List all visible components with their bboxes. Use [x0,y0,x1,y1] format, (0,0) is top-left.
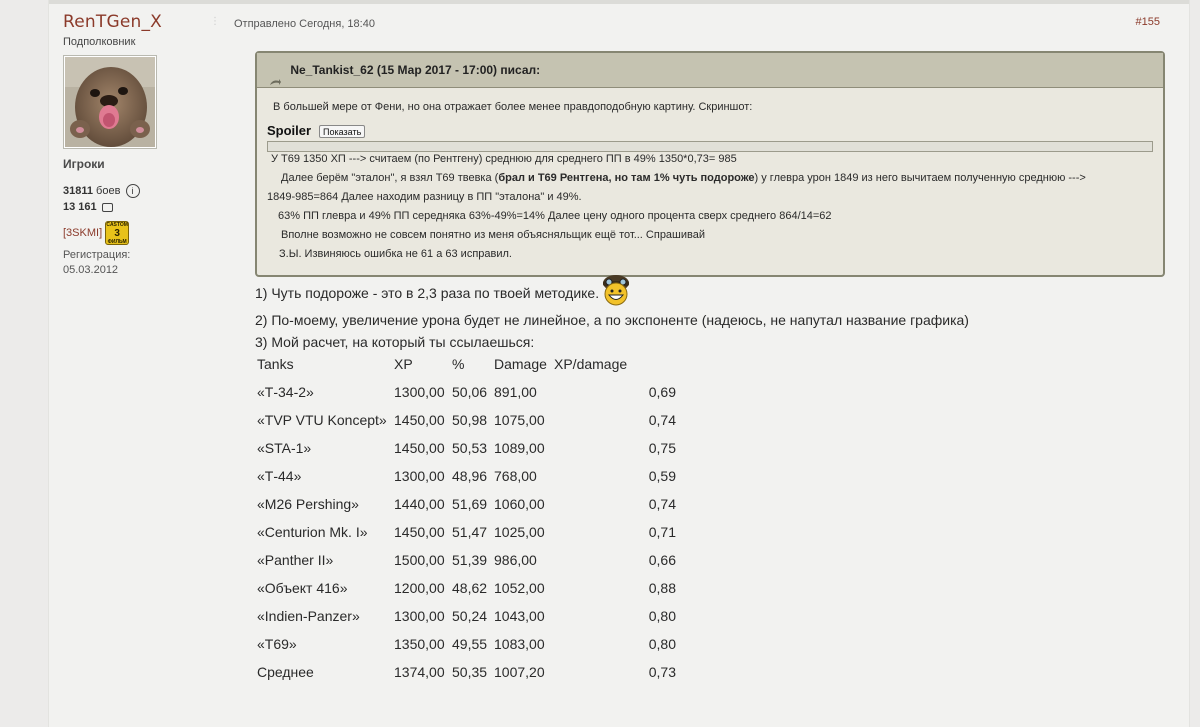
table-cell: 50,98 [452,412,488,428]
table-cell: 1374,00 [394,664,445,680]
table-cell: «M26 Pershing» [257,496,359,512]
battles-value: 31811 [63,184,93,197]
registration-label: Регистрация: [63,249,131,261]
quote-author: Ne_Tankist_62 (15 Мар 2017 - 17:00) писа… [290,63,541,77]
quote-line-2: Далее берём "эталон", я взял Т69 твевка … [281,172,1086,184]
spoiler-label: Spoiler [267,123,312,138]
quote-line-2-part-b: ) у глевра урон 1849 из него вычитаем по… [754,172,1086,184]
clan-tag-link[interactable]: [3SKMI] [63,227,102,239]
username-link[interactable]: RenTGen_X [63,12,203,32]
table-cell: 1300,00 [394,608,445,624]
avatar[interactable] [63,55,157,149]
table-cell: 1450,00 [394,440,445,456]
table-cell: 50,53 [452,440,488,456]
table-cell: «Т-34-2» [257,384,314,400]
table-cell: «Indien-Panzer» [257,608,360,624]
table-cell: Среднее [257,664,314,680]
table-cell: 48,96 [452,468,488,484]
table-cell: «Т-44» [257,468,302,484]
spoiler-collapsed-bar [267,141,1153,152]
table-cell: 0,88 [648,580,676,596]
table-cell: 1200,00 [394,580,445,596]
quote-line-4: 63% ПП глевра и 49% ПП середняка 63%-49%… [278,210,832,222]
table-header-cell: XP/damage [554,356,628,372]
table-cell: 51,47 [452,524,488,540]
table-cell: 0,71 [648,524,676,540]
quote-line-2-bold: брал и Т69 Рентгена, но там 1% чуть подо… [498,172,755,184]
table-cell: 1500,00 [394,552,445,568]
table-cell: «Centurion Mk. I» [257,524,368,540]
quote-line-1: У Т69 1350 ХП ---> считаем (по Рентгену)… [271,153,737,165]
quote-line-3: 1849-985=864 Далее находим разницу в ПП … [267,191,582,203]
comment-bubble-icon [101,202,113,212]
table-cell: 0,59 [648,468,676,484]
quote-arrow-icon[interactable] [269,66,281,86]
table-header-cell: % [452,356,465,372]
quote-intro: В большей мере от Фени, но она отражает … [273,101,753,113]
user-group: Игроки [63,157,105,171]
clan-row: [3SKMI] CASTOM 3 ФИЛЬМ [63,221,203,245]
tanker-smiley-icon [603,275,629,306]
quote-line-6: З.Ы. Извиняюсь ошибка не 61 а 63 исправи… [279,248,512,260]
achievement-badge-icon: CASTOM 3 ФИЛЬМ [105,221,130,245]
quote-line-2-part-a: Далее берём "эталон", я взял Т69 твевка … [281,172,499,184]
top-divider [49,0,1189,4]
registration-date: 05.03.2012 [63,264,119,276]
table-cell: «Объект 416» [257,580,348,596]
table-cell: 1440,00 [394,496,445,512]
table-header-cell: Tanks [257,356,294,372]
table-cell: 50,24 [452,608,488,624]
spoiler-show-button[interactable]: Показать [319,125,366,138]
quote-line-5: Вполне возможно не совсем понятно из мен… [281,229,705,241]
body-line-3: 3) Мой расчет, на который ты ссылаешься: [255,334,535,350]
table-cell: 0,74 [648,496,676,512]
table-cell: 50,06 [452,384,488,400]
battles-label: боев [96,184,121,197]
quote-header: Ne_Tankist_62 (15 Мар 2017 - 17:00) писа… [257,53,1163,88]
posts-value: 13 161 [63,201,97,213]
table-cell: 0,74 [648,412,676,428]
table-cell: 1300,00 [394,468,445,484]
table-cell: «STA-1» [257,440,312,456]
table-cell: 1450,00 [394,412,445,428]
table-header-cell: Damage [494,356,547,372]
posts-count: 13 161 [63,201,203,213]
user-rank: Подполковник [63,36,136,48]
table-cell: 49,55 [452,636,488,652]
info-icon[interactable]: i [125,184,140,198]
table-cell: «TVP VTU Koncept» [257,412,387,428]
battles-count: 31811 боев i [63,184,203,198]
table-cell: 50,35 [452,664,488,680]
post-date: Отправлено Сегодня, 18:40 [234,18,375,30]
separator-icon: ⋮ [210,16,220,27]
table-cell: 1450,00 [394,524,445,540]
body-line-1: 1) Чуть подороже - это в 2,3 раза по тво… [255,285,600,301]
badge-bottom-text: ФИЛЬМ [107,239,127,245]
badge-number: 3 [114,228,120,239]
table-cell: 0,69 [648,384,676,400]
quote-block: Ne_Tankist_62 (15 Мар 2017 - 17:00) писа… [255,51,1165,277]
table-cell: 1300,00 [394,384,445,400]
user-panel: RenTGen_X Подполковник Игроки 31811 боев… [63,12,203,276]
post-container: RenTGen_X Подполковник Игроки 31811 боев… [48,0,1190,727]
table-cell: 0,75 [648,440,676,456]
table-cell: «Panther II» [257,552,334,568]
body-line-2: 2) По-моему, увеличение урона будет не л… [255,312,969,328]
table-cell: 0,80 [648,608,676,624]
table-cell: 51,39 [452,552,488,568]
post-number-link[interactable]: #155 [1136,16,1160,28]
table-cell: 0,66 [648,552,676,568]
table-cell: 51,69 [452,496,488,512]
table-cell: 1350,00 [394,636,445,652]
table-cell: 48,62 [452,580,488,596]
table-cell: 0,80 [648,636,676,652]
table-cell: 0,73 [648,664,676,680]
table-cell: «Т69» [257,636,297,652]
table-header-cell: XP [394,356,413,372]
